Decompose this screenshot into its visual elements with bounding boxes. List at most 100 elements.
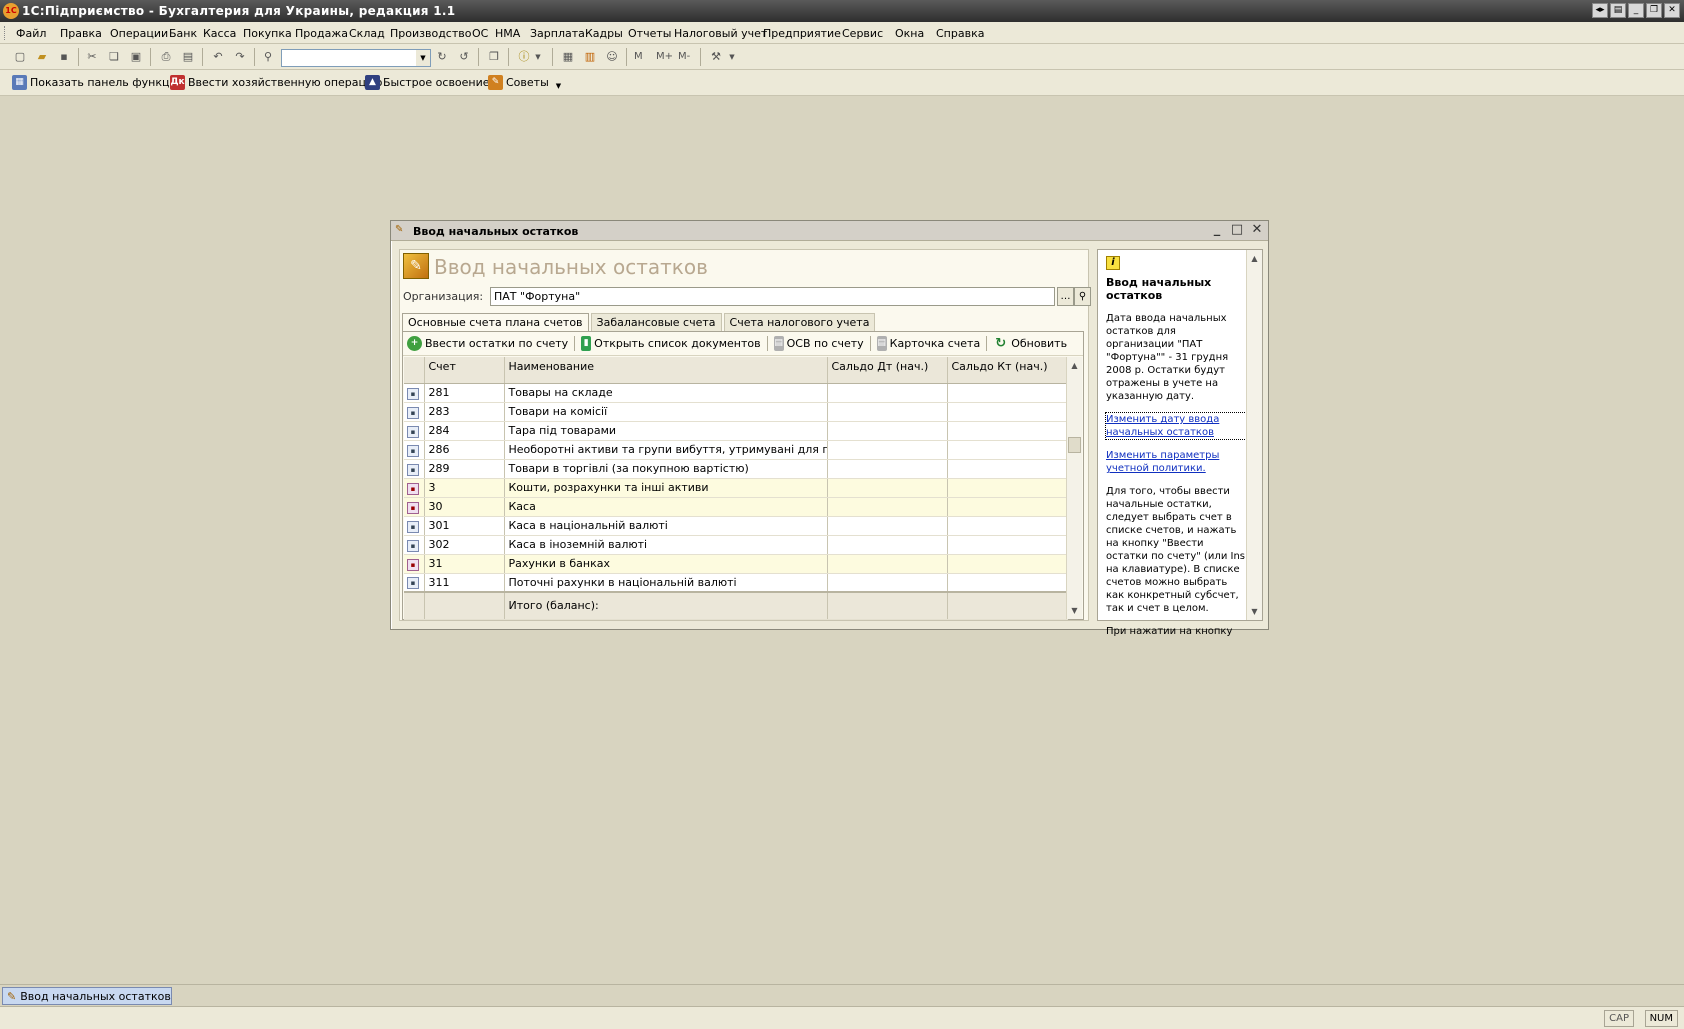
account-cell[interactable]: 3 — [424, 478, 505, 498]
osv-button[interactable]: ▤ ОСВ по счету — [770, 336, 868, 351]
column-header-debit[interactable]: Сальдо Дт (нач.) — [827, 357, 948, 384]
debit-cell[interactable] — [827, 440, 948, 460]
enter-balance-button[interactable]: + Ввести остатки по счету — [403, 336, 572, 351]
help-scrollbar[interactable]: ▲ ▼ — [1246, 250, 1262, 620]
copy-icon[interactable]: ❏ — [106, 49, 122, 65]
debit-cell[interactable] — [827, 402, 948, 422]
name-cell[interactable]: Каса — [504, 497, 828, 517]
debit-cell[interactable] — [827, 573, 948, 593]
table-scrollbar[interactable]: ▲ ▼ — [1066, 357, 1082, 619]
debit-cell[interactable] — [827, 554, 948, 574]
name-cell[interactable]: Товары на складе — [504, 383, 828, 403]
credit-cell[interactable] — [947, 383, 1068, 403]
paste-icon[interactable]: ▣ — [128, 49, 144, 65]
maximize-button[interactable]: □ — [1230, 223, 1244, 237]
debit-cell[interactable] — [827, 516, 948, 536]
menu-cash[interactable]: Касса — [203, 27, 236, 40]
menu-tax[interactable]: Налоговый учет — [674, 27, 767, 40]
memory-minus-icon[interactable]: M- — [678, 49, 690, 65]
scroll-up-icon[interactable]: ▲ — [1247, 251, 1262, 266]
menu-intangibles[interactable]: НМА — [495, 27, 520, 40]
refresh-button[interactable]: ↻ Обновить — [989, 336, 1071, 351]
menu-edit[interactable]: Правка — [60, 27, 102, 40]
change-date-link[interactable]: Изменить дату ввода начальных остатков — [1105, 412, 1247, 440]
open-docs-button[interactable]: ▮ Открыть список документов — [577, 336, 764, 351]
tools-icon[interactable]: ⚒ — [708, 49, 724, 65]
tab-off-balance[interactable]: Забалансовые счета — [590, 313, 722, 331]
taskbar-item[interactable]: ✎ Ввод начальных остатков — [2, 987, 172, 1005]
name-cell[interactable]: Каса в національній валюті — [504, 516, 828, 536]
menu-reports[interactable]: Отчеты — [628, 27, 671, 40]
calendar-icon[interactable]: ▥ — [582, 49, 598, 65]
table-row[interactable]: ▪ 311 Поточні рахунки в національній валют… — [404, 573, 1068, 593]
column-header-name[interactable]: Наименование — [504, 357, 828, 384]
account-cell[interactable]: 302 — [424, 535, 505, 555]
save-icon[interactable]: ▪ — [56, 49, 72, 65]
column-header-credit[interactable]: Сальдо Кт (нач.) — [947, 357, 1068, 384]
memory-plus-icon[interactable]: M+ — [656, 49, 673, 65]
chevron-down-icon[interactable]: ▼ — [530, 49, 546, 65]
credit-cell[interactable] — [947, 497, 1068, 517]
undo-icon[interactable]: ↶ — [210, 49, 226, 65]
organization-field[interactable]: ПАТ "Фортуна" — [490, 287, 1055, 306]
table-row[interactable]: ▪ 3 Кошти, розрахунки та інші активи — [404, 478, 1068, 498]
scroll-up-icon[interactable]: ▲ — [1067, 358, 1082, 373]
credit-cell[interactable] — [947, 478, 1068, 498]
credit-cell[interactable] — [947, 573, 1068, 593]
switch-icon[interactable]: ◂▸ — [1592, 3, 1608, 18]
windows-icon[interactable]: ❐ — [486, 49, 502, 65]
debit-cell[interactable] — [827, 535, 948, 555]
menu-warehouse[interactable]: Склад — [349, 27, 385, 40]
show-panel-button[interactable]: ▦ Показать панель функций — [12, 75, 184, 90]
account-cell[interactable]: 289 — [424, 459, 505, 479]
credit-cell[interactable] — [947, 554, 1068, 574]
debit-cell[interactable] — [827, 383, 948, 403]
menu-windows[interactable]: Окна — [895, 27, 924, 40]
credit-cell[interactable] — [947, 440, 1068, 460]
account-cell[interactable]: 281 — [424, 383, 505, 403]
menu-purchase[interactable]: Покупка — [243, 27, 292, 40]
name-cell[interactable]: Рахунки в банках — [504, 554, 828, 574]
enter-operation-button[interactable]: Дк Ввести хозяйственную операцию — [170, 75, 382, 90]
tile-icon[interactable]: ▤ — [1610, 3, 1626, 18]
search-icon[interactable]: ⚲ — [260, 49, 276, 65]
table-row[interactable]: ▪ 301 Каса в національній валюті — [404, 516, 1068, 536]
debit-cell[interactable] — [827, 497, 948, 517]
quick-start-button[interactable]: ▲ Быстрое освоение — [365, 75, 490, 90]
table-row[interactable]: ▪ 281 Товары на складе — [404, 383, 1068, 403]
table-row[interactable]: ▪ 30 Каса — [404, 497, 1068, 517]
minimize-button[interactable]: _ — [1210, 223, 1224, 237]
users-icon[interactable]: ☺ — [604, 49, 620, 65]
memory-icon[interactable]: M — [634, 49, 643, 65]
scroll-down-icon[interactable]: ▼ — [1247, 604, 1262, 619]
menu-help[interactable]: Справка — [936, 27, 984, 40]
tips-button[interactable]: ✎ Советы ▼ — [488, 75, 561, 90]
account-cell[interactable]: 284 — [424, 421, 505, 441]
menu-sales[interactable]: Продажа — [295, 27, 348, 40]
menu-hr[interactable]: Кадры — [585, 27, 623, 40]
name-cell[interactable]: Необоротні активи та групи вибуття, утри… — [504, 440, 828, 460]
credit-cell[interactable] — [947, 535, 1068, 555]
open-icon[interactable]: ▰ — [34, 49, 50, 65]
cut-icon[interactable]: ✂ — [84, 49, 100, 65]
scroll-down-icon[interactable]: ▼ — [1067, 603, 1082, 618]
close-button[interactable]: ✕ — [1664, 3, 1680, 18]
select-button[interactable]: … — [1057, 287, 1074, 306]
account-card-button[interactable]: ▤ Карточка счета — [873, 336, 985, 351]
account-cell[interactable]: 301 — [424, 516, 505, 536]
search-input[interactable]: ▼ — [281, 49, 431, 67]
menu-file[interactable]: Файл — [16, 27, 46, 40]
menu-fixed-assets[interactable]: ОС — [472, 27, 488, 40]
chevron-down-icon[interactable]: ▼ — [556, 82, 561, 90]
table-row[interactable]: ▪ 284 Тара під товарами — [404, 421, 1068, 441]
menu-production[interactable]: Производство — [390, 27, 471, 40]
account-cell[interactable]: 30 — [424, 497, 505, 517]
find-next-icon[interactable]: ↻ — [434, 49, 450, 65]
search-icon[interactable]: ⚲ — [1074, 287, 1091, 306]
redo-icon[interactable]: ↷ — [232, 49, 248, 65]
credit-cell[interactable] — [947, 402, 1068, 422]
chevron-down-icon[interactable]: ▼ — [416, 50, 430, 66]
chevron-down-icon[interactable]: ▼ — [724, 49, 740, 65]
name-cell[interactable]: Поточні рахунки в національній валюті — [504, 573, 828, 593]
table-row[interactable]: ▪ 283 Товари на комісії — [404, 402, 1068, 422]
